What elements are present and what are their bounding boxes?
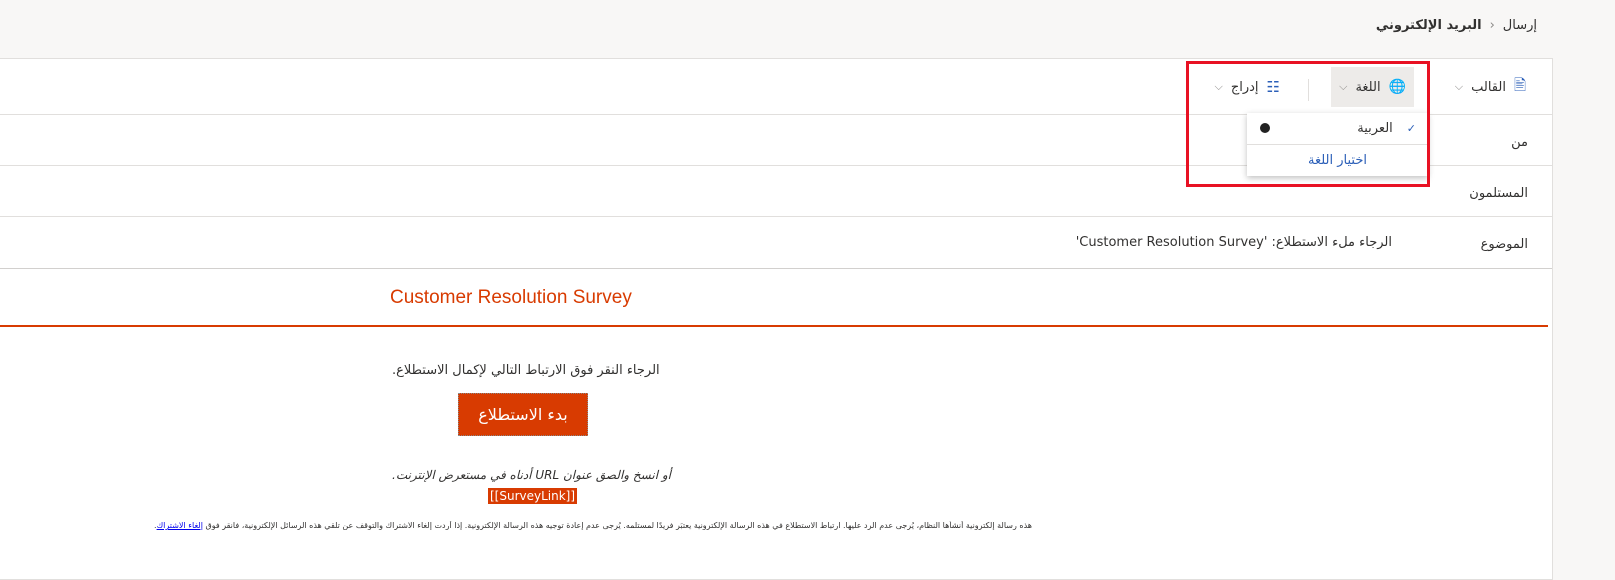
subject-row[interactable]: الموضوع الرجاء ملء الاستطلاع: 'Customer … [0,217,1552,269]
instruction-text: الرجاء النقر فوق الارتباط التالي لإكمال … [392,363,660,378]
template-button[interactable]: 🖹 القالب ⌵ [1447,67,1534,107]
chevron-down-icon: ⌵ [1454,80,1464,93]
template-icon: 🖹 [1513,75,1526,94]
from-label: من [1511,135,1528,150]
unsubscribe-link[interactable]: إلغاء الاشتراك [157,521,203,530]
template-label: القالب [1471,79,1506,95]
copy-url-text: أو انسخ والصق عنوان URL أدناه في مستعرض … [392,468,671,482]
footer-message: هذه رسالة إلكترونية أنشأها النظام، يُرجى… [205,521,1032,530]
start-survey-button[interactable]: بدء الاستطلاع [458,393,588,436]
title-underline [0,325,1548,327]
footer-text: هذه رسالة إلكترونية أنشأها النظام، يُرجى… [154,521,1032,530]
highlight-box [1186,61,1430,187]
subject-label: الموضوع [1480,237,1528,252]
breadcrumb-parent[interactable]: إرسال [1503,18,1537,33]
body-divider [0,268,1552,269]
recipients-label: المستلمون [1469,186,1528,201]
chevron-left-icon: ‹ [1489,17,1495,33]
subject-value[interactable]: الرجاء ملء الاستطلاع: 'Customer Resoluti… [1076,235,1392,250]
survey-link[interactable]: [[SurveyLink]] [488,488,578,504]
survey-title: Customer Resolution Survey [390,287,632,308]
breadcrumb: إرسال ‹ البريد الإلكتروني [1376,10,1537,40]
breadcrumb-current: البريد الإلكتروني [1375,17,1482,33]
